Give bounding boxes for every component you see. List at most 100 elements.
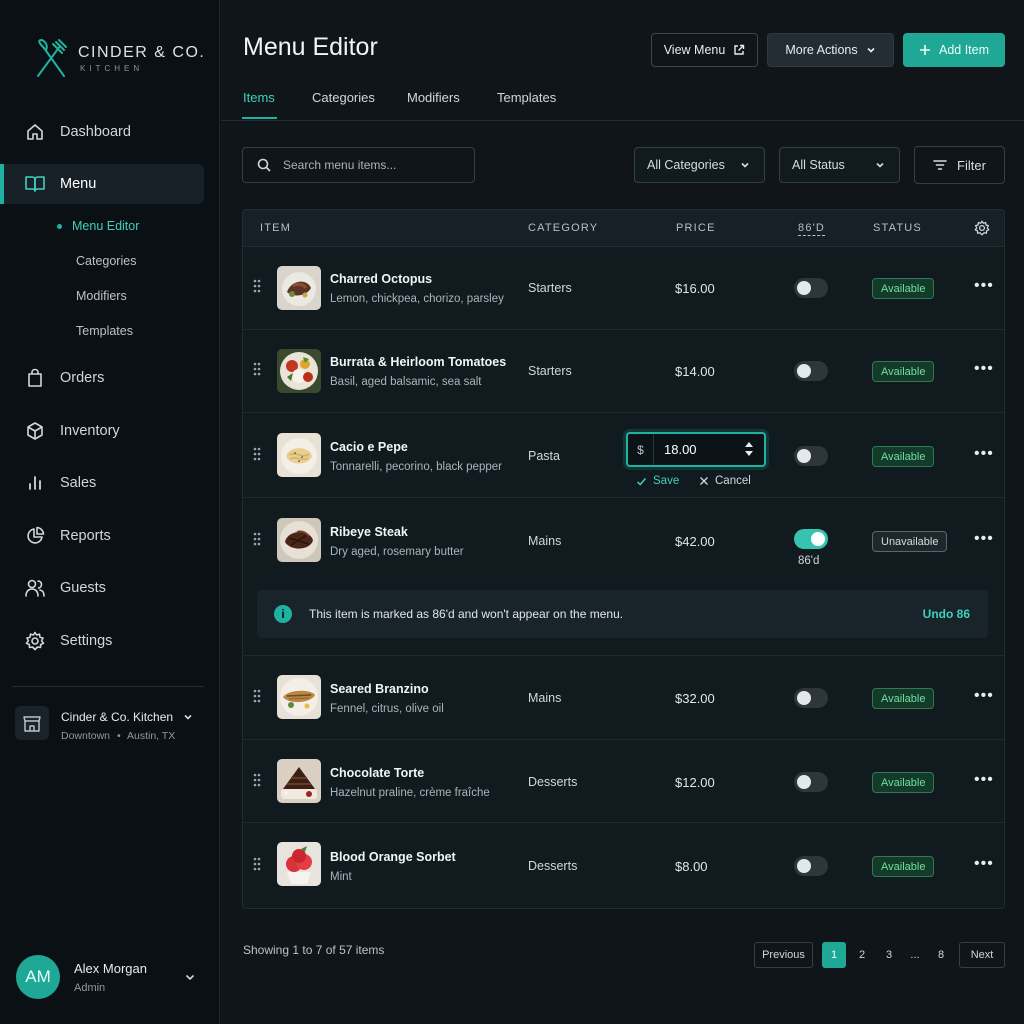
column-header-price[interactable]: PRICE <box>676 222 716 234</box>
item-thumbnail <box>277 759 321 803</box>
subnav-menu-editor[interactable]: Menu Editor <box>57 219 139 233</box>
button-label: View Menu <box>663 43 726 57</box>
tab-modifiers[interactable]: Modifiers <box>407 90 460 105</box>
more-options-icon[interactable]: ••• <box>974 855 994 873</box>
table-row[interactable]: Blood Orange Sorbet Mint Desserts $8.00 … <box>243 823 1004 908</box>
tab-categories[interactable]: Categories <box>312 90 375 105</box>
gear-icon <box>24 630 46 652</box>
sidebar-item-settings[interactable]: Settings <box>0 621 204 661</box>
sidebar-item-reports[interactable]: Reports <box>0 516 204 556</box>
sidebar-item-inventory[interactable]: Inventory <box>0 411 204 451</box>
stepper-arrows-icon[interactable] <box>744 441 754 457</box>
page-title: Menu Editor <box>243 33 378 61</box>
table-row[interactable]: Charred Octopus Lemon, chickpea, chorizo… <box>243 247 1004 330</box>
page-button[interactable]: 8 <box>931 942 951 968</box>
column-header-category[interactable]: CATEGORY <box>528 222 598 234</box>
bar-chart-icon <box>24 472 46 494</box>
cancel-button[interactable]: Cancel <box>699 475 751 487</box>
item-price[interactable]: $32.00 <box>675 691 715 706</box>
previous-page-button[interactable]: Previous <box>754 942 813 968</box>
select-value: All Status <box>792 158 845 172</box>
price-input[interactable] <box>664 442 740 457</box>
tab-items[interactable]: Items <box>243 90 275 105</box>
sidebar: CINDER & CO. KITCHEN Dashboard Menu Menu… <box>0 0 220 1024</box>
page-button[interactable]: 3 <box>879 942 899 968</box>
item-name: Charred Octopus <box>330 272 433 286</box>
view-menu-button[interactable]: View Menu <box>651 33 758 67</box>
item-thumbnail <box>277 842 321 886</box>
drag-handle-icon[interactable] <box>253 773 261 787</box>
drag-handle-icon[interactable] <box>253 857 261 871</box>
subnav-modifiers[interactable]: Modifiers <box>76 289 127 303</box>
item-price[interactable]: $16.00 <box>675 281 715 296</box>
page-button-current[interactable]: 1 <box>822 942 846 968</box>
subnav-templates[interactable]: Templates <box>76 324 133 338</box>
drag-handle-icon[interactable] <box>253 362 261 376</box>
more-options-icon[interactable]: ••• <box>974 360 994 378</box>
table-row[interactable]: Burrata & Heirloom Tomatoes Basil, aged … <box>243 330 1004 413</box>
item-price[interactable]: $14.00 <box>675 364 715 379</box>
eighty-six-toggle[interactable] <box>794 772 828 792</box>
search-box[interactable] <box>242 147 475 183</box>
eighty-six-toggle[interactable] <box>794 446 828 466</box>
more-options-icon[interactable]: ••• <box>974 277 994 295</box>
item-name: Blood Orange Sorbet <box>330 850 456 864</box>
drag-handle-icon[interactable] <box>253 447 261 461</box>
eighty-six-toggle[interactable] <box>794 278 828 298</box>
eighty-six-toggle[interactable] <box>794 529 828 549</box>
column-settings-icon[interactable] <box>974 220 990 236</box>
table-row[interactable]: Chocolate Torte Hazelnut praline, crème … <box>243 740 1004 823</box>
drag-handle-icon[interactable] <box>253 532 261 546</box>
user-menu[interactable]: AM Alex Morgan Admin <box>16 955 206 999</box>
brand-logo[interactable]: CINDER & CO. KITCHEN <box>34 38 205 78</box>
sidebar-item-label: Reports <box>60 528 111 544</box>
chevron-down-icon <box>184 971 196 983</box>
table-row[interactable]: Seared Branzino Fennel, citrus, olive oi… <box>243 656 1004 740</box>
home-icon <box>24 121 46 143</box>
more-options-icon[interactable]: ••• <box>974 687 994 705</box>
item-price[interactable]: $12.00 <box>675 775 715 790</box>
status-select[interactable]: All Status <box>779 147 900 183</box>
location-switcher[interactable]: Cinder & Co. Kitchen Downtown • Austin, … <box>15 706 193 742</box>
save-button[interactable]: Save <box>636 475 679 487</box>
table-row-editing[interactable]: Cacio e Pepe Tonnarelli, pecorino, black… <box>243 413 1004 498</box>
sidebar-item-sales[interactable]: Sales <box>0 463 204 503</box>
table-row-86d[interactable]: Ribeye Steak Dry aged, rosemary butter M… <box>243 498 1004 656</box>
search-input[interactable] <box>283 158 453 172</box>
eighty-six-toggle[interactable] <box>794 856 828 876</box>
more-options-icon[interactable]: ••• <box>974 530 994 548</box>
more-options-icon[interactable]: ••• <box>974 771 994 789</box>
sidebar-item-label: Inventory <box>60 423 120 439</box>
toggle-knob <box>797 364 811 378</box>
item-name: Seared Branzino <box>330 682 429 696</box>
column-header-item[interactable]: ITEM <box>260 222 291 234</box>
column-header-86d[interactable]: 86'D <box>798 222 826 236</box>
eighty-six-toggle[interactable] <box>794 688 828 708</box>
more-actions-button[interactable]: More Actions <box>767 33 894 67</box>
page-button[interactable]: 2 <box>852 942 872 968</box>
brand-subtitle: KITCHEN <box>80 63 144 73</box>
column-header-status[interactable]: STATUS <box>873 222 922 234</box>
subnav-label: Modifiers <box>76 289 127 303</box>
sidebar-item-menu[interactable]: Menu <box>0 164 204 204</box>
next-page-button[interactable]: Next <box>959 942 1005 968</box>
sidebar-item-guests[interactable]: Guests <box>0 568 204 608</box>
status-badge: Available <box>872 688 935 709</box>
category-select[interactable]: All Categories <box>634 147 765 183</box>
filter-button[interactable]: Filter <box>914 146 1005 184</box>
eighty-six-toggle[interactable] <box>794 361 828 381</box>
undo-86-button[interactable]: Undo 86 <box>923 607 970 621</box>
save-label: Save <box>653 475 680 487</box>
subnav-categories[interactable]: Categories <box>76 254 136 268</box>
add-item-button[interactable]: Add Item <box>903 33 1005 67</box>
item-price[interactable]: $8.00 <box>675 859 708 874</box>
sidebar-item-dashboard[interactable]: Dashboard <box>0 112 204 152</box>
price-input-box[interactable]: $ <box>626 432 766 467</box>
drag-handle-icon[interactable] <box>253 689 261 703</box>
more-options-icon[interactable]: ••• <box>974 445 994 463</box>
sidebar-item-orders[interactable]: Orders <box>0 358 204 398</box>
chevron-down-icon <box>866 45 876 55</box>
tab-templates[interactable]: Templates <box>497 90 556 105</box>
item-price[interactable]: $42.00 <box>675 534 715 549</box>
drag-handle-icon[interactable] <box>253 279 261 293</box>
